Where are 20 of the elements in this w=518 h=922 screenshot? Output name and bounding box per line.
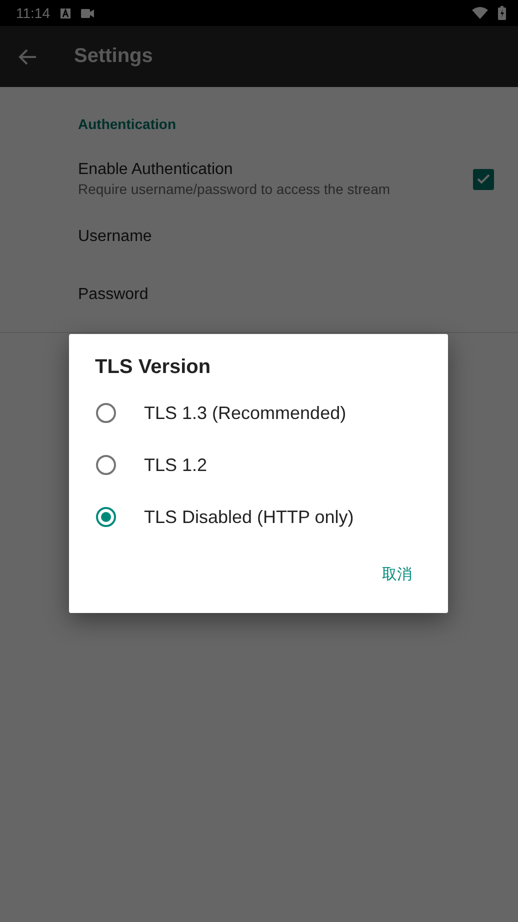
- cancel-button[interactable]: 取消: [378, 561, 416, 588]
- section-title: Authentication: [78, 115, 177, 134]
- app-bar-title: Settings: [74, 45, 153, 68]
- preference-summary: Require username/password to access the stream: [78, 181, 392, 197]
- option-label[interactable]: TLS 1.2: [144, 454, 208, 476]
- checkbox[interactable]: [473, 168, 494, 190]
- notification-icon: [60, 8, 71, 18]
- wifi-icon: [472, 7, 488, 19]
- dialog-title: TLS Version: [94, 356, 211, 379]
- radio-button[interactable]: [96, 507, 116, 527]
- video-camera-icon: [81, 8, 94, 18]
- battery-icon: [498, 6, 506, 20]
- radio-button[interactable]: [96, 455, 116, 475]
- preference-title: Enable Authentication: [78, 161, 234, 179]
- option-label[interactable]: TLS Disabled (HTTP only): [144, 506, 354, 528]
- status-time: 11:14: [16, 5, 50, 21]
- checkmark-icon: [477, 174, 490, 184]
- back-button[interactable]: [18, 46, 38, 66]
- option-label[interactable]: TLS 1.3 (Recommended): [144, 402, 346, 424]
- radio-button[interactable]: [96, 403, 116, 423]
